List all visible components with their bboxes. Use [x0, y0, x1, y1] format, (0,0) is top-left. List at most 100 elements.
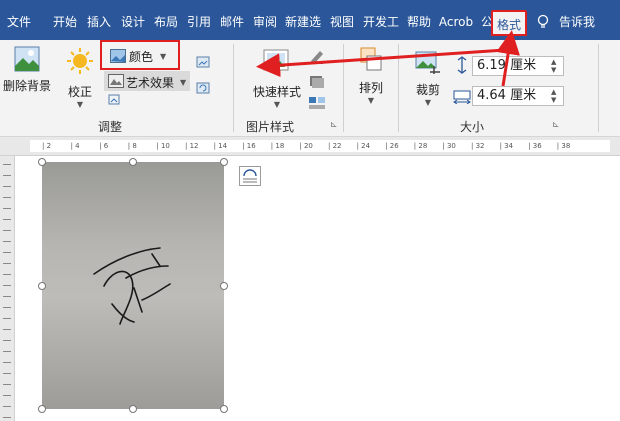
- group-separator: [233, 44, 234, 132]
- artistic-effects-button[interactable]: 艺术效果 ▼: [104, 71, 190, 91]
- ruler-mark: | 18: [270, 142, 285, 150]
- layout-options-button[interactable]: [239, 166, 261, 186]
- group-separator: [398, 44, 399, 132]
- ruler-mark: | 4: [70, 142, 80, 150]
- spinner-arrows-icon[interactable]: ▲ ▼: [551, 88, 561, 104]
- ruler-mark: | 16: [242, 142, 256, 150]
- compress-pictures-icon: [196, 56, 210, 68]
- dialog-launcher-icon[interactable]: ⊾: [330, 120, 338, 130]
- ruler-mark: | 8: [127, 142, 137, 150]
- remove-background-button[interactable]: 删除背景: [0, 46, 54, 94]
- ruler-tick: [3, 230, 11, 231]
- resize-handle-top-left[interactable]: [38, 158, 46, 166]
- tab-help[interactable]: 帮助: [404, 11, 434, 33]
- tab-review[interactable]: 审阅: [250, 11, 280, 33]
- shape-width-unit: 厘米: [510, 88, 537, 103]
- signature-icon: [93, 247, 171, 325]
- color-button[interactable]: 颜色 ▼: [100, 40, 180, 70]
- tab-layout[interactable]: 布局: [151, 11, 181, 33]
- group-label-adjust: 调整: [98, 120, 123, 134]
- picture-effects-button[interactable]: [306, 73, 328, 89]
- tab-new-group[interactable]: 新建选: [282, 11, 324, 33]
- ruler-mark: | 26: [385, 142, 399, 150]
- pen-icon: [309, 51, 323, 64]
- tab-design[interactable]: 设计: [118, 11, 148, 33]
- ribbon-tab-bar: 文件 开始 插入 设计 布局 引用 邮件 审阅 新建选 视图 开发工 帮助 Ac…: [0, 0, 620, 40]
- ruler-mark: | 10: [156, 142, 170, 150]
- change-picture-button[interactable]: [194, 82, 214, 98]
- ruler-tick: [3, 318, 11, 319]
- picture-layout-button[interactable]: [306, 95, 328, 111]
- chevron-down-icon: ▼: [424, 98, 432, 107]
- tab-file[interactable]: 文件: [4, 11, 34, 33]
- layout-options-icon: [243, 169, 257, 183]
- tab-insert[interactable]: 插入: [84, 11, 114, 33]
- resize-handle-bottom[interactable]: [129, 405, 137, 413]
- ruler-tick: [3, 252, 11, 253]
- ruler-mark: | 14: [213, 142, 228, 150]
- resize-handle-left[interactable]: [38, 282, 46, 290]
- ruler-mark: | 12: [185, 142, 199, 150]
- arrange-button[interactable]: 排列 ▼: [354, 46, 388, 105]
- ruler-tick: [3, 384, 11, 385]
- shape-height-icon: [457, 56, 467, 74]
- sun-icon: [67, 48, 93, 74]
- ruler-mark: | 24: [356, 142, 371, 150]
- ruler-tick: [3, 329, 11, 330]
- tab-developer[interactable]: 开发工: [360, 11, 402, 33]
- crop-icon: [415, 51, 440, 74]
- chevron-down-icon: ▼: [180, 78, 187, 87]
- corrections-label: 校正: [67, 85, 92, 99]
- tab-references[interactable]: 引用: [184, 11, 214, 33]
- resize-handle-bottom-right[interactable]: [220, 405, 228, 413]
- ruler-tick: [3, 208, 11, 209]
- shape-height-unit: 厘米: [510, 58, 537, 73]
- resize-handle-top[interactable]: [129, 158, 137, 166]
- signature-picture[interactable]: [42, 162, 224, 409]
- quick-styles-button[interactable]: 快速样式 ▼: [246, 46, 308, 109]
- color-icon: [110, 49, 126, 63]
- ruler-tick: [3, 241, 11, 242]
- shape-height-input[interactable]: 6.19 厘米 ▲ ▼: [472, 56, 564, 76]
- group-label-size: 大小: [460, 120, 485, 134]
- ruler-tick: [3, 285, 11, 286]
- lightbulb-icon-svg: [537, 14, 549, 28]
- ruler-mark: | 34: [499, 142, 514, 150]
- shape-width-input[interactable]: 4.64 厘米 ▲ ▼: [472, 86, 564, 106]
- crop-button[interactable]: 裁剪 ▼: [410, 50, 446, 107]
- reset-picture-button[interactable]: [106, 93, 124, 109]
- picture-border-button[interactable]: [306, 48, 328, 64]
- tab-mailings[interactable]: 邮件: [217, 11, 247, 33]
- shape-width-value: 4.64: [477, 88, 506, 103]
- ribbon: 删除背景 校正 ▼ 颜色 ▼ 艺术效果 ▼ 调整 快速样式 ▼ 图片样式 ⊾ 排…: [0, 40, 620, 137]
- spinner-arrows-icon[interactable]: ▲ ▼: [551, 58, 561, 74]
- ruler-mark: | 20: [299, 142, 313, 150]
- shape-height-value: 6.19: [477, 58, 506, 73]
- dialog-launcher-icon[interactable]: ⊾: [552, 120, 560, 130]
- resize-handle-bottom-left[interactable]: [38, 405, 46, 413]
- ruler-mark: | 2: [42, 142, 52, 150]
- remove-background-icon: [14, 46, 40, 72]
- quick-styles-icon: [263, 49, 289, 71]
- resize-handle-right[interactable]: [220, 282, 228, 290]
- compress-pictures-button[interactable]: [194, 56, 214, 72]
- ruler-mark: | 36: [528, 142, 542, 150]
- chevron-down-icon: ▼: [160, 52, 167, 61]
- color-label: 颜色: [129, 50, 154, 64]
- corrections-button[interactable]: 校正 ▼: [62, 48, 98, 109]
- tab-view[interactable]: 视图: [327, 11, 357, 33]
- reset-picture-icon: [108, 94, 120, 105]
- shape-width-icon: [453, 90, 471, 104]
- resize-handle-top-right[interactable]: [220, 158, 228, 166]
- lightbulb-icon[interactable]: [534, 11, 552, 33]
- tab-format[interactable]: 格式: [491, 10, 527, 36]
- tab-acrobat[interactable]: Acrob: [436, 11, 476, 33]
- chevron-down-icon: ▼: [76, 100, 84, 109]
- ruler-tick: [3, 373, 11, 374]
- tell-me-search[interactable]: 告诉我: [555, 11, 599, 33]
- picture-effects-icon: [310, 76, 324, 88]
- change-picture-icon: [196, 82, 210, 94]
- tab-home[interactable]: 开始: [50, 11, 80, 33]
- crop-label: 裁剪: [415, 83, 440, 97]
- ruler-tick: [3, 406, 11, 407]
